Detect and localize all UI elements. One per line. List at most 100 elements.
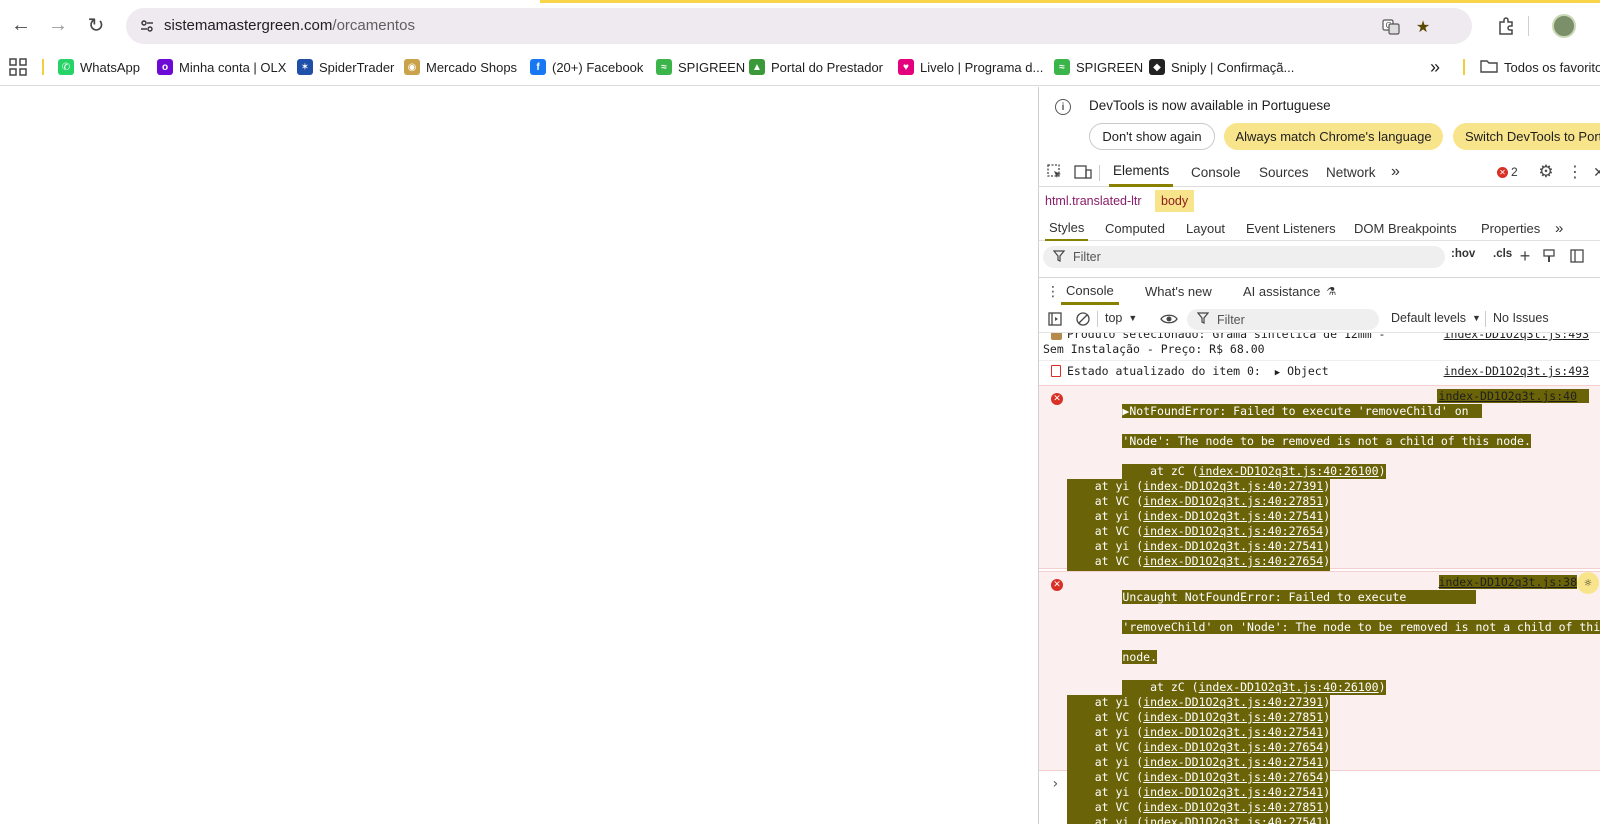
stack-frame: at yi (index-DD1O2q3t.js:40:27541) <box>1067 539 1331 554</box>
all-bookmarks-folder[interactable]: Todos os favoritos <box>1480 52 1600 82</box>
stack-function: VC <box>1115 740 1130 754</box>
bookmark-item[interactable]: ✆ WhatsApp <box>58 52 140 82</box>
console-prompt-chevron-icon[interactable]: › <box>1051 776 1059 792</box>
subtab-dom-breakpoints[interactable]: DOM Breakpoints <box>1354 215 1457 241</box>
bookmark-item[interactable]: ≈ SPIGREEN <box>1054 52 1143 82</box>
bookmark-star-icon[interactable]: ★ <box>1412 16 1434 38</box>
bookmark-item[interactable]: ♥ Livelo | Programa d... <box>898 52 1043 82</box>
device-toolbar-icon[interactable] <box>1073 162 1093 182</box>
tab-elements[interactable]: Elements <box>1109 157 1174 187</box>
object-preview[interactable]: Object <box>1287 364 1329 378</box>
forward-button[interactable]: → <box>43 10 73 40</box>
breadcrumb-html[interactable]: html.translated-ltr <box>1039 190 1148 212</box>
subtab-event-listeners[interactable]: Event Listeners <box>1246 215 1336 241</box>
hov-toggle[interactable]: :hov <box>1451 248 1475 260</box>
stack-location-link[interactable]: index-DD1O2q3t.js:40:27541 <box>1143 785 1323 799</box>
address-bar[interactable]: sistemamastergreen.com/orcamentos G ★ <box>126 8 1472 44</box>
stack-location-link[interactable]: index-DD1O2q3t.js:40:27654 <box>1143 770 1323 784</box>
stack-location-link[interactable]: index-DD1O2q3t.js:40:27851 <box>1143 710 1323 724</box>
close-icon[interactable]: ✕ <box>1589 162 1600 182</box>
subtab-styles[interactable]: Styles <box>1045 215 1089 241</box>
console-drawer-tabs: ⋮ Console What's new AI assistance ⚗ <box>1039 277 1600 305</box>
error-counter[interactable]: ✕ 2 <box>1497 165 1518 179</box>
toolbar-divider <box>1097 311 1098 327</box>
stack-location-link[interactable]: index-DD1O2q3t.js:40:26100 <box>1199 680 1379 694</box>
reload-button[interactable]: ↻ <box>81 10 111 40</box>
dont-show-again-button[interactable]: Don't show again <box>1089 123 1215 150</box>
cls-toggle[interactable]: .cls <box>1493 248 1512 260</box>
stack-location-link[interactable]: index-DD1O2q3t.js:40:27851 <box>1143 800 1323 814</box>
back-button[interactable]: ← <box>6 10 36 40</box>
stack-function: yi <box>1115 539 1130 553</box>
more-subtabs-chevron-icon[interactable]: » <box>1555 215 1563 241</box>
kebab-menu-icon[interactable]: ⋮ <box>1565 162 1585 182</box>
bookmark-item[interactable]: ◆ Sniply | Confirmaçã... <box>1149 52 1294 82</box>
bookmark-item[interactable]: ≈ SPIGREEN <box>656 52 745 82</box>
tab-console[interactable]: Console <box>1191 157 1241 187</box>
extensions-icon[interactable] <box>1494 14 1518 38</box>
stack-location-link[interactable]: index-DD1O2q3t.js:40:27391 <box>1143 695 1323 709</box>
apps-grid-icon[interactable] <box>9 58 27 76</box>
stack-location-link[interactable]: index-DD1O2q3t.js:40:27541 <box>1143 509 1323 523</box>
bookmark-item[interactable]: ▲ Portal do Prestador <box>749 52 883 82</box>
clear-console-icon[interactable] <box>1073 309 1093 329</box>
always-match-language-button[interactable]: Always match Chrome's language <box>1224 123 1443 150</box>
stack-location-link[interactable]: index-DD1O2q3t.js:40:27541 <box>1143 755 1323 769</box>
folder-label: Todos os favoritos <box>1504 59 1600 75</box>
bookmark-item[interactable]: ◉ Mercado Shops <box>404 52 517 82</box>
bookmark-item[interactable]: o Minha conta | OLX <box>157 52 286 82</box>
stack-location-link[interactable]: index-DD1O2q3t.js:40:27654 <box>1143 740 1323 754</box>
stack-function: VC <box>1115 494 1130 508</box>
subtab-properties[interactable]: Properties <box>1481 215 1540 241</box>
stack-location-link[interactable]: index-DD1O2q3t.js:40:27541 <box>1143 725 1323 739</box>
stack-location-link[interactable]: index-DD1O2q3t.js:40:27391 <box>1143 479 1323 493</box>
error-source-link[interactable]: index-DD1O2q3t.js:40 <box>1436 389 1589 403</box>
stack-function: yi <box>1115 725 1130 739</box>
bookmarks-overflow-button[interactable]: » <box>1430 52 1440 82</box>
console-filter-input[interactable]: Filter <box>1187 309 1379 330</box>
stack-location-link[interactable]: index-DD1O2q3t.js:40:27654 <box>1143 554 1323 568</box>
more-tabs-chevron-icon[interactable]: » <box>1391 157 1400 187</box>
stack-location-link[interactable]: index-DD1O2q3t.js:40:27654 <box>1143 524 1323 538</box>
site-info-icon[interactable] <box>136 15 158 37</box>
stack-function: VC <box>1115 710 1130 724</box>
error-source-link[interactable]: index-DD1O2q3t.js:38 <box>1438 575 1577 589</box>
stack-location-link[interactable]: index-DD1O2q3t.js:40:27541 <box>1143 815 1323 824</box>
context-selector[interactable]: top ▼ <box>1105 311 1137 325</box>
show-sidebar-icon[interactable] <box>1045 309 1065 329</box>
url-text[interactable]: sistemamastergreen.com/orcamentos <box>164 17 415 34</box>
stack-frame: at VC (index-DD1O2q3t.js:40:27654) <box>1067 524 1331 539</box>
styles-filter-input[interactable]: Filter <box>1043 246 1445 268</box>
drawer-tab-whats-new[interactable]: What's new <box>1145 278 1212 305</box>
drawer-tab-console[interactable]: Console <box>1061 278 1119 305</box>
log-source-link[interactable]: index-DD1O2q3t.js:493 <box>1444 364 1589 378</box>
log-source-link[interactable]: index-DD1O2q3t.js:493 <box>1444 333 1589 341</box>
stack-location-link[interactable]: index-DD1O2q3t.js:40:26100 <box>1199 464 1379 478</box>
bookmark-item[interactable]: f (20+) Facebook <box>530 52 643 82</box>
bookmark-item[interactable]: ✶ SpiderTrader <box>297 52 394 82</box>
subtab-layout[interactable]: Layout <box>1186 215 1225 241</box>
tab-network[interactable]: Network <box>1326 157 1376 187</box>
tab-sources[interactable]: Sources <box>1259 157 1309 187</box>
translate-icon[interactable]: G <box>1380 16 1402 38</box>
ai-assistance-label: AI assistance <box>1243 284 1321 299</box>
issues-counter[interactable]: No Issues <box>1493 311 1549 325</box>
profile-avatar[interactable] <box>1552 14 1576 38</box>
stack-location-link[interactable]: index-DD1O2q3t.js:40:27851 <box>1143 494 1323 508</box>
bookmarks-separator <box>42 59 44 75</box>
log-levels-dropdown[interactable]: Default levels ▼ <box>1391 311 1481 325</box>
drawer-menu-icon[interactable]: ⋮ <box>1043 281 1063 301</box>
switch-devtools-language-button[interactable]: Switch DevTools to Portuguese <box>1453 123 1600 150</box>
error-text[interactable]: Uncaught NotFoundError: Failed to execut… <box>1047 575 1600 824</box>
settings-gear-icon[interactable]: ⚙ <box>1536 162 1556 182</box>
ai-explain-lightbulb-icon[interactable]: ☼ <box>1577 572 1599 594</box>
paint-brush-icon[interactable] <box>1539 246 1559 266</box>
stack-location-link[interactable]: index-DD1O2q3t.js:40:27541 <box>1143 539 1323 553</box>
toggle-sidebar-icon[interactable] <box>1567 246 1587 266</box>
drawer-tab-ai-assistance[interactable]: AI assistance ⚗ <box>1243 278 1336 305</box>
inspect-element-icon[interactable] <box>1045 162 1065 182</box>
new-style-rule-icon[interactable]: + <box>1515 246 1535 266</box>
breadcrumb-body[interactable]: body <box>1155 190 1195 212</box>
live-expression-eye-icon[interactable] <box>1159 309 1179 329</box>
subtab-computed[interactable]: Computed <box>1105 215 1165 241</box>
